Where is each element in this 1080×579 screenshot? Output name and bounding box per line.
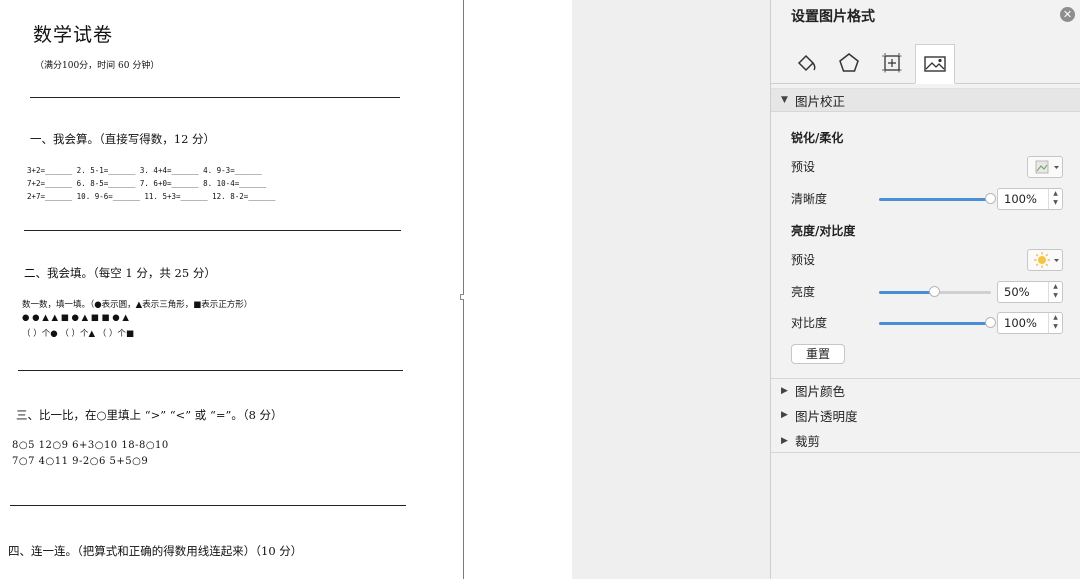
contrast-slider-knob[interactable] <box>985 317 996 328</box>
exam-subtitle: （满分100分，时间 60 分钟） <box>35 61 160 71</box>
expanded-triangle-icon: ▼ <box>781 95 788 105</box>
brightness-preset-label: 预设 <box>791 253 816 267</box>
panel-title: 设置图片格式 <box>791 9 875 25</box>
tab-effects[interactable] <box>829 44 869 82</box>
document-page: 数学试卷 （满分100分，时间 60 分钟） 一、我会算。（直接写得数，12 分… <box>0 0 463 579</box>
sharpen-preset-icon <box>1035 160 1059 174</box>
brightness-label: 亮度 <box>791 285 816 299</box>
section-1-heading: 一、我会算。（直接写得数，12 分） <box>30 132 216 146</box>
section-2-shapes: ● ● ▲ ▲ ■ ● ▲ ■ ■ ● ▲ <box>22 313 129 323</box>
section-1-line-3: 2+7=______ 10. 9-6=______ 11. 5+3=______… <box>27 192 276 201</box>
brightness-slider-knob[interactable] <box>929 286 940 297</box>
clarity-label: 清晰度 <box>791 192 828 206</box>
section-picture-corrections[interactable]: ▼ 图片校正 <box>771 88 1080 112</box>
collapsed-triangle-icon: ▶ <box>781 435 788 446</box>
clarity-slider-fill <box>879 198 991 201</box>
section-3-line-1: 8○5 12○9 6+3○10 18-8○10 <box>12 440 169 451</box>
size-properties-icon <box>882 53 902 73</box>
clarity-slider-knob[interactable] <box>985 193 996 204</box>
contrast-label: 对比度 <box>791 316 828 330</box>
close-icon[interactable]: ✕ <box>1060 7 1075 22</box>
section-picture-transparency[interactable]: ▶ 图片透明度 <box>771 403 1080 427</box>
sharpen-preset-dropdown[interactable] <box>1027 156 1063 178</box>
brightness-preset-dropdown[interactable] <box>1027 249 1063 271</box>
clarity-stepper[interactable]: ▲ ▼ <box>1048 189 1062 209</box>
contrast-spinbox[interactable]: 100% ▲ ▼ <box>997 312 1063 334</box>
section-picture-color[interactable]: ▶ 图片颜色 <box>771 378 1080 402</box>
clarity-value: 100% <box>1004 192 1037 206</box>
section-2-heading: 二、我会填。（每空 1 分，共 25 分） <box>24 266 216 280</box>
section-4-heading: 四、连一连。（把算式和正确的得数用线连起来）（10 分） <box>8 544 303 558</box>
section-label: 图片透明度 <box>795 408 858 424</box>
collapsed-triangle-icon: ▶ <box>781 410 788 420</box>
brightness-slider[interactable] <box>879 286 991 297</box>
sharpen-soften-heading: 锐化/柔化 <box>791 131 844 145</box>
contrast-slider-fill <box>879 322 991 325</box>
section-1-line-2: 7+2=______ 6. 8-5=______ 7. 6+0=______ 8… <box>27 179 267 188</box>
tab-picture[interactable] <box>915 44 955 84</box>
canvas-background <box>572 0 770 579</box>
divider <box>24 230 401 231</box>
collapsed-triangle-icon: ▶ <box>781 385 788 396</box>
section-label: 图片颜色 <box>795 384 846 399</box>
picture-icon <box>924 56 946 72</box>
brightness-slider-fill <box>879 291 935 294</box>
section-2-instruction: 数一数，填一填。（●表示圆，▲表示三角形，■表示正方形） <box>22 300 253 310</box>
section-2-blanks: （ ）个● （ ）个▲ （ ）个■ <box>22 329 134 339</box>
section-3-heading: 三、比一比，在○里填上 “>” “<” 或 “=”。（8 分） <box>16 408 283 422</box>
reset-button[interactable]: 重置 <box>791 344 845 364</box>
brightness-spinbox[interactable]: 50% ▲ ▼ <box>997 281 1063 303</box>
clarity-spinbox[interactable]: 100% ▲ ▼ <box>997 188 1063 210</box>
section-label: 图片校正 <box>795 93 846 109</box>
tab-fill-line[interactable] <box>787 44 827 82</box>
sharpen-preset-label: 预设 <box>791 160 816 174</box>
section-3-line-2: 7○7 4○11 9-2○6 5+5○9 <box>12 456 149 467</box>
section-1-line-1: 3+2=______ 2. 5-1=______ 3. 4+4=______ 4… <box>27 166 262 175</box>
panel-tabs <box>771 44 1080 84</box>
effects-pentagon-icon <box>839 53 859 72</box>
contrast-slider[interactable] <box>879 317 996 328</box>
fill-line-icon <box>797 54 816 72</box>
contrast-stepper[interactable]: ▲ ▼ <box>1048 313 1062 333</box>
brightness-contrast-heading: 亮度/对比度 <box>791 224 856 238</box>
brightness-value: 50% <box>1004 285 1030 299</box>
section-crop[interactable]: ▶ 裁剪 <box>771 429 1080 453</box>
contrast-value: 100% <box>1004 316 1037 330</box>
divider <box>30 97 400 98</box>
divider <box>18 370 403 371</box>
tab-size-properties[interactable] <box>872 44 912 82</box>
format-picture-panel: 设置图片格式 ✕ ▼ 图片校正 锐化/柔化 预设 清晰度 100% ▲ ▼ 亮度… <box>770 0 1080 579</box>
sun-icon <box>1034 252 1059 268</box>
divider <box>10 505 406 506</box>
clarity-slider[interactable] <box>879 193 996 204</box>
brightness-stepper[interactable]: ▲ ▼ <box>1048 282 1062 302</box>
page-gutter <box>464 0 572 579</box>
exam-title: 数学试卷 <box>33 24 114 46</box>
section-label: 裁剪 <box>795 434 821 449</box>
